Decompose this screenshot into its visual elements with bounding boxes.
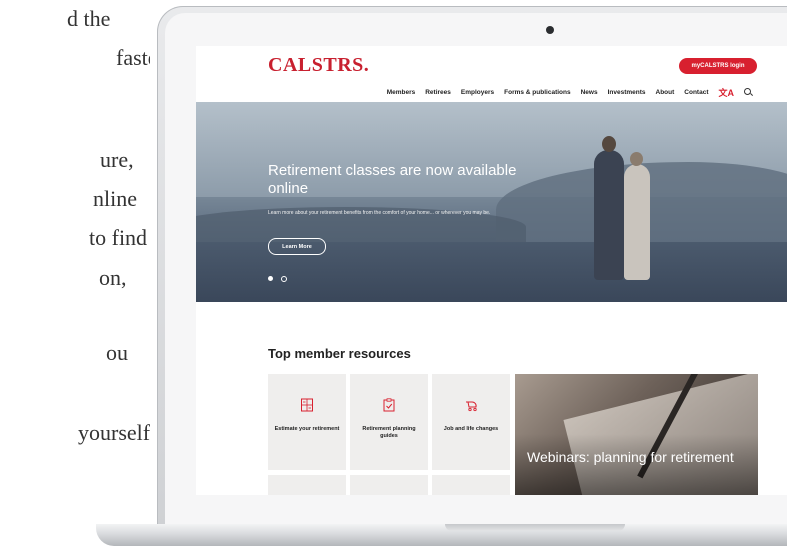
stroller-icon	[466, 401, 477, 412]
main-nav: Members Retirees Employers Forms & publi…	[387, 86, 754, 99]
hero-title: Retirement classes are now available onl…	[268, 162, 517, 197]
resource-tile-partial[interactable]	[432, 475, 510, 495]
nav-item-retirees[interactable]: Retirees	[425, 89, 451, 96]
prose-line: ure,	[100, 147, 134, 172]
prose-line: faster	[116, 45, 150, 70]
hero-couple-image	[594, 136, 624, 280]
carousel-dot-active[interactable]	[268, 276, 273, 281]
webinar-feature-card[interactable]: Webinars: planning for retirement	[515, 374, 758, 495]
hero-banner: Retirement classes are now available onl…	[196, 102, 787, 302]
resource-tile-label: Job and life changes	[443, 426, 499, 432]
learn-more-button[interactable]: Learn More	[268, 238, 326, 255]
laptop-base-notch	[445, 524, 625, 531]
resource-tile-label: Estimate your retirement	[274, 426, 340, 432]
resource-tile-partial[interactable]	[268, 475, 346, 495]
resource-tile-estimate[interactable]: Estimate your retirement	[268, 374, 346, 470]
translate-icon[interactable]: 文A	[719, 86, 735, 99]
website-screen: CALSTRS. myCALSTRS login Members Retiree…	[196, 46, 787, 495]
nav-item-employers[interactable]: Employers	[461, 89, 494, 96]
prose-line: nline	[93, 186, 137, 211]
resources-title: Top member resources	[268, 346, 411, 361]
hero-text: Learn more about your retirement benefit…	[268, 210, 491, 216]
nav-item-about[interactable]: About	[656, 89, 675, 96]
calculator-icon	[301, 398, 313, 412]
clipboard-check-icon	[383, 398, 395, 412]
search-icon[interactable]	[744, 88, 754, 97]
webinar-title: Webinars: planning for retirement	[527, 449, 734, 465]
background-prose: d the faster ure, nline to find on, ou y…	[0, 0, 150, 557]
nav-item-members[interactable]: Members	[387, 89, 416, 96]
login-button[interactable]: myCALSTRS login	[679, 58, 757, 74]
resource-tile-label: Retirement planning guides	[362, 426, 416, 439]
camera-icon	[546, 26, 554, 34]
carousel-dot[interactable]	[281, 276, 287, 282]
prose-line: yourself	[78, 420, 150, 445]
nav-item-contact[interactable]: Contact	[684, 89, 708, 96]
resource-tile-partial[interactable]	[350, 475, 428, 495]
prose-line: on,	[99, 265, 127, 290]
laptop-base	[96, 524, 787, 546]
nav-item-investments[interactable]: Investments	[608, 89, 646, 96]
calstrs-logo[interactable]: CALSTRS.	[268, 54, 369, 77]
prose-line: to find	[89, 225, 148, 250]
nav-item-forms-publications[interactable]: Forms & publications	[504, 89, 570, 96]
resource-tile-life-changes[interactable]: Job and life changes	[432, 374, 510, 470]
prose-line: ou	[106, 340, 128, 365]
prose-line: d the	[67, 6, 111, 31]
resource-tile-guides[interactable]: Retirement planning guides	[350, 374, 428, 470]
nav-item-news[interactable]: News	[581, 89, 598, 96]
